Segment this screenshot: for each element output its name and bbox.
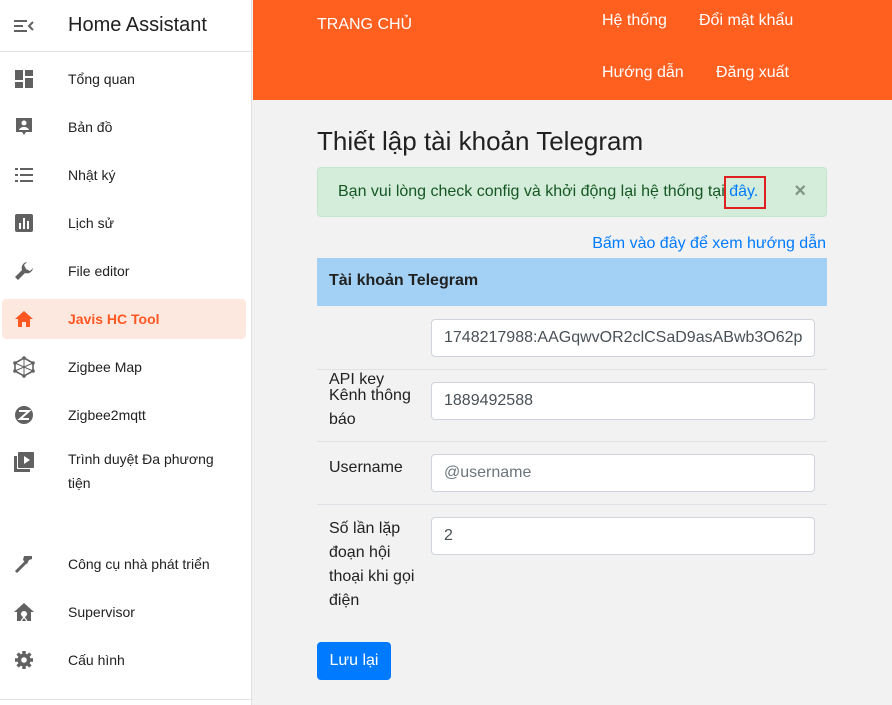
- nav-change-password-link[interactable]: Đổi mật khẩu: [699, 12, 793, 30]
- sidebar-item-label: File editor: [68, 263, 130, 279]
- form-row-username: Username: [317, 442, 827, 505]
- sidebar-item-label: Javis HC Tool: [68, 311, 160, 327]
- sidebar: Home Assistant Tổng quan Bản đồ Nhật ký …: [0, 0, 252, 705]
- sidebar-item-logbook[interactable]: Nhật ký: [2, 155, 246, 195]
- sidebar-item-label: Bản đồ: [68, 119, 113, 135]
- home-icon: [2, 309, 46, 329]
- sidebar-item-overview[interactable]: Tổng quan: [2, 59, 246, 99]
- save-button[interactable]: Lưu lại: [317, 642, 391, 680]
- sidebar-item-javis-hc-tool[interactable]: Javis HC Tool: [2, 299, 246, 339]
- sidebar-item-zigbee-map[interactable]: Zigbee Map: [2, 347, 246, 387]
- menu-collapse-icon: [14, 19, 34, 32]
- menu-toggle-button[interactable]: [0, 0, 48, 52]
- sidebar-item-label: Zigbee Map: [68, 359, 142, 375]
- wrench-icon: [2, 260, 46, 282]
- history-icon: [2, 213, 46, 233]
- sidebar-item-supervisor[interactable]: Supervisor: [2, 592, 246, 632]
- top-navbar: Trang chủ Hệ thống Đổi mật khẩu Hướng dẫ…: [253, 0, 892, 100]
- sidebar-item-label: Cấu hình: [68, 652, 125, 668]
- sidebar-header: Home Assistant: [0, 0, 251, 52]
- hammer-icon: [2, 553, 46, 575]
- sidebar-item-label: Công cụ nhà phát triển: [68, 556, 210, 572]
- navbar-brand-link[interactable]: Trang chủ: [317, 16, 412, 34]
- logbook-icon: [2, 165, 46, 185]
- form-row-repeat-count: Số lần lặp đoạn hội thoại khi gọi điện: [317, 505, 827, 621]
- sidebar-item-label: Nhật ký: [68, 167, 116, 183]
- sidebar-divider: [0, 699, 252, 700]
- sidebar-item-label: Lịch sử: [68, 215, 114, 231]
- sidebar-item-developer-tools[interactable]: Công cụ nhà phát triển: [2, 544, 246, 584]
- repeat-count-input[interactable]: [431, 517, 815, 555]
- sidebar-item-label: Trình duyệt Đa phương tiện: [68, 451, 214, 491]
- network-icon: [2, 356, 46, 378]
- nav-system-link[interactable]: Hệ thống: [602, 12, 667, 30]
- nav-guide-link[interactable]: Hướng dẫn: [602, 64, 684, 82]
- field-label: Username: [329, 459, 403, 476]
- sidebar-item-media-browser[interactable]: Trình duyệt Đa phương tiện: [2, 443, 246, 499]
- sidebar-item-label: Tổng quan: [68, 71, 135, 87]
- field-label: Số lần lặp đoạn hội thoại khi gọi điện: [329, 520, 415, 609]
- form-row-channel: Kênh thông báo: [317, 370, 827, 442]
- sidebar-item-zigbee2mqtt[interactable]: Zigbee2mqtt: [2, 395, 246, 435]
- sidebar-item-configuration[interactable]: Cấu hình: [2, 640, 246, 680]
- alert-message-text: Bạn vui lòng check config và khởi động l…: [338, 183, 730, 200]
- media-icon: [2, 447, 46, 473]
- sidebar-item-label: Supervisor: [68, 604, 135, 620]
- app-title: Home Assistant: [68, 14, 207, 36]
- close-icon[interactable]: ×: [794, 180, 806, 203]
- dashboard-icon: [2, 69, 46, 89]
- guide-link[interactable]: Bấm vào đây để xem hướng dẫn: [592, 235, 826, 253]
- api-key-input[interactable]: [431, 319, 815, 357]
- page-title: Thiết lập tài khoản Telegram: [317, 126, 644, 156]
- sidebar-item-file-editor[interactable]: File editor: [2, 251, 246, 291]
- field-label: Kênh thông báo: [329, 387, 411, 428]
- zigbee-icon: [2, 405, 46, 425]
- supervisor-icon: [2, 601, 46, 623]
- highlight-box: [724, 176, 766, 209]
- sidebar-item-label: Zigbee2mqtt: [68, 407, 146, 423]
- sidebar-item-map[interactable]: Bản đồ: [2, 107, 246, 147]
- telegram-account-card: Tài khoản Telegram API key Kênh thông bá…: [317, 258, 827, 621]
- nav-logout-link[interactable]: Đăng xuất: [716, 64, 789, 82]
- sidebar-item-history[interactable]: Lịch sử: [2, 203, 246, 243]
- gear-icon: [2, 650, 46, 670]
- map-icon: [2, 117, 46, 137]
- card-header: Tài khoản Telegram: [317, 258, 827, 306]
- channel-input[interactable]: [431, 382, 815, 420]
- form-row-api-key: API key: [317, 306, 827, 388]
- username-input[interactable]: [431, 454, 815, 492]
- alert-message: Bạn vui lòng check config và khởi động l…: [338, 183, 758, 201]
